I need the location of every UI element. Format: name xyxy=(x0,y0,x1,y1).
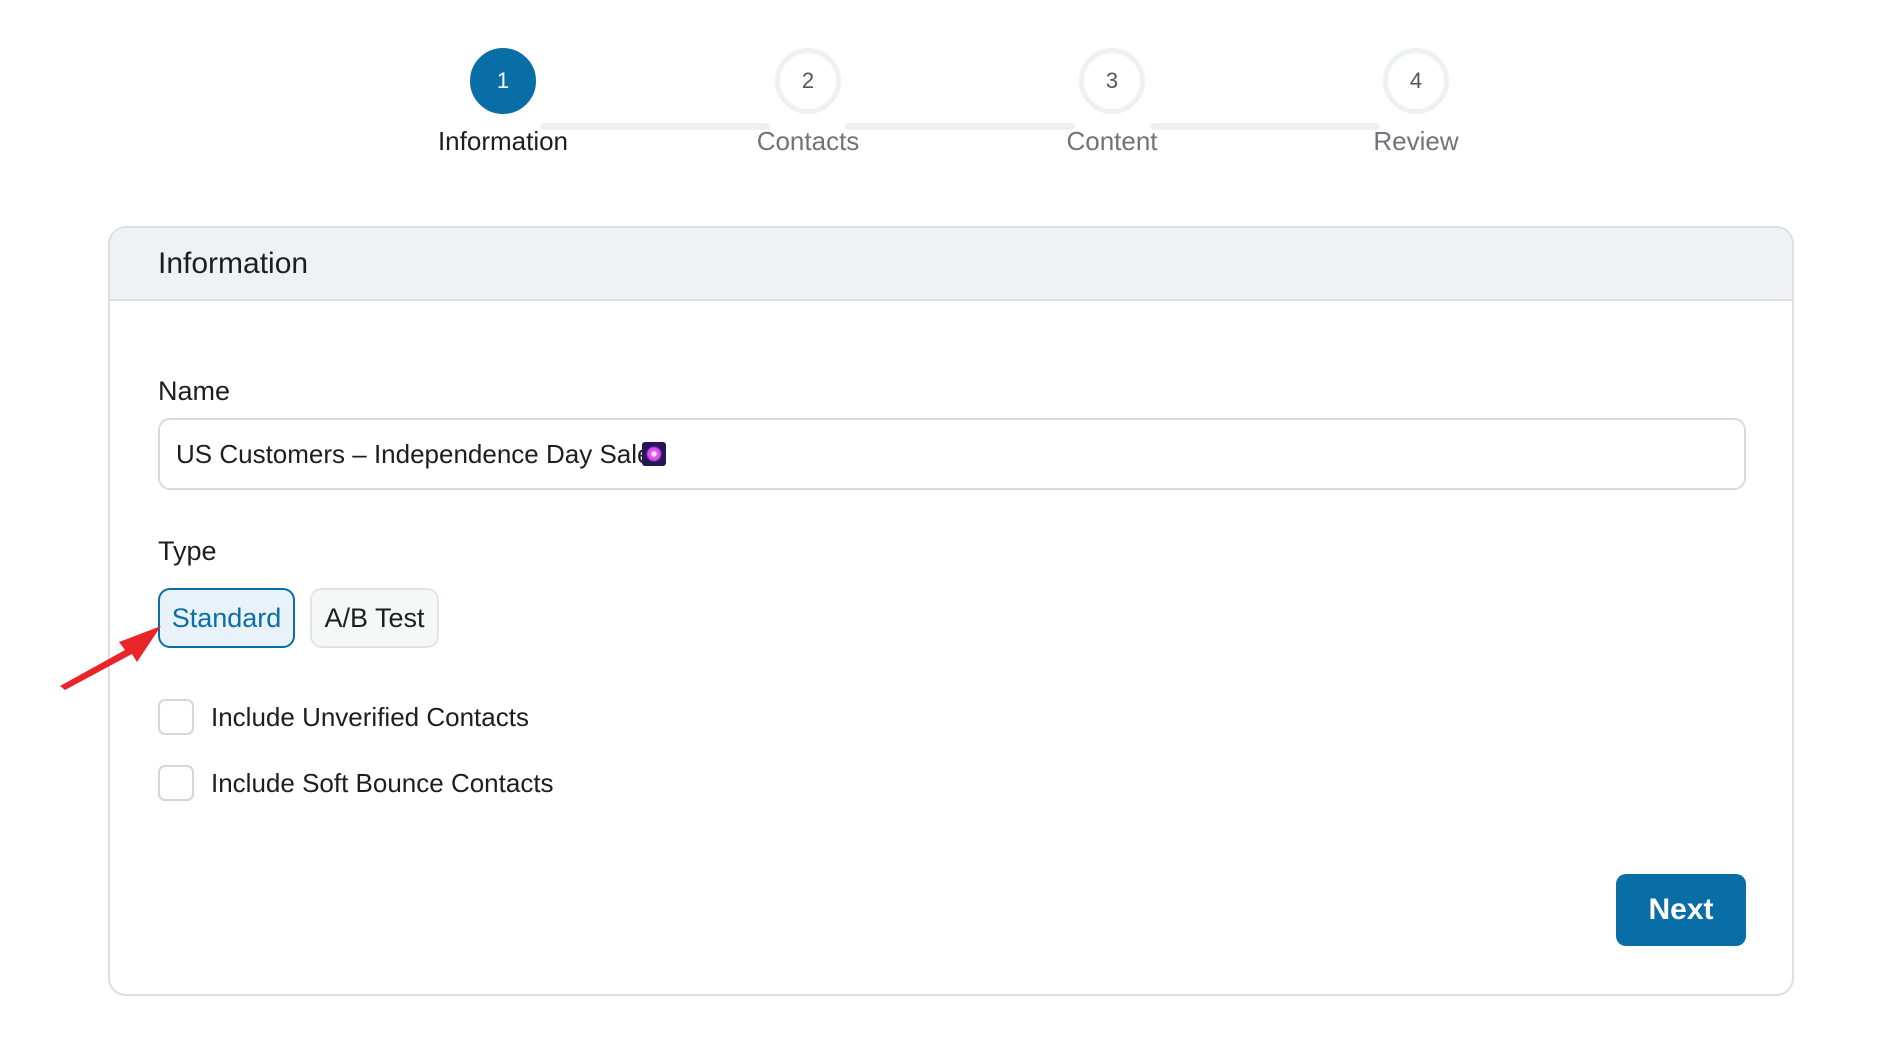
step-label: Content xyxy=(1066,126,1158,156)
step-contacts[interactable]: 2 Contacts xyxy=(708,48,908,157)
type-standard-button[interactable]: Standard xyxy=(158,588,295,648)
type-ab-test-button[interactable]: A/B Test xyxy=(310,588,439,648)
step-number: 4 xyxy=(1383,48,1449,114)
name-label: Name xyxy=(158,376,231,406)
name-input[interactable] xyxy=(158,418,1746,490)
red-arrow-icon xyxy=(60,626,161,690)
step-label: Review xyxy=(1373,126,1459,156)
soft-bounce-contacts-option[interactable]: Include Soft Bounce Contacts xyxy=(158,765,554,801)
card-title: Information xyxy=(158,246,309,280)
soft-bounce-contacts-checkbox[interactable] xyxy=(158,765,194,801)
progress-stepper: 1 Information 2 Contacts 3 Content 4 Rev… xyxy=(0,48,1886,158)
information-card: Information Name Type Standard A/B Test … xyxy=(108,226,1794,996)
step-content[interactable]: 3 Content xyxy=(1012,48,1212,157)
fireworks-emoji-icon xyxy=(642,442,666,466)
next-button[interactable]: Next xyxy=(1616,874,1746,946)
step-label: Contacts xyxy=(756,126,860,156)
step-number: 3 xyxy=(1079,48,1145,114)
type-label: Type xyxy=(158,536,217,566)
step-review[interactable]: 4 Review xyxy=(1316,48,1516,157)
step-information[interactable]: 1 Information xyxy=(403,48,603,157)
unverified-contacts-option[interactable]: Include Unverified Contacts xyxy=(158,699,529,735)
unverified-contacts-checkbox[interactable] xyxy=(158,699,194,735)
step-label: Information xyxy=(437,126,569,156)
step-number: 2 xyxy=(775,48,841,114)
step-number: 1 xyxy=(470,48,536,114)
card-header: Information xyxy=(110,228,1792,301)
page: 1 Information 2 Contacts 3 Content 4 Rev… xyxy=(0,0,1886,1046)
checkbox-label: Include Soft Bounce Contacts xyxy=(211,767,554,798)
checkbox-label: Include Unverified Contacts xyxy=(211,701,529,732)
